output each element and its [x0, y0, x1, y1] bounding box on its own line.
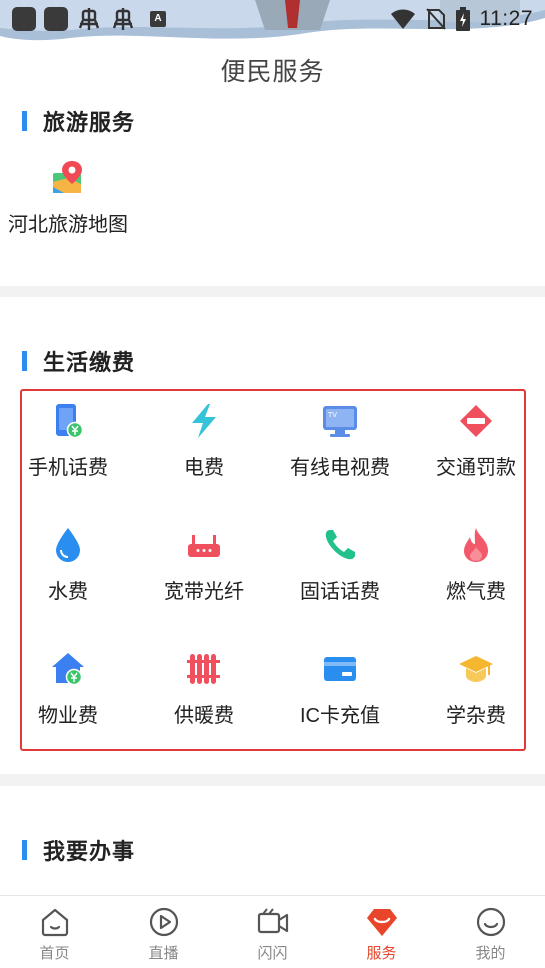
radiator-icon: [187, 654, 220, 684]
bill-item-landline[interactable]: 固话话费: [272, 527, 408, 604]
header: A 11:27 便民服务: [0, 0, 545, 100]
no-sim-icon: [425, 8, 446, 30]
section-accent-bar: [22, 111, 27, 131]
home-icon: [41, 908, 68, 937]
section-accent-bar: [22, 351, 27, 371]
smile-face-icon: [476, 907, 505, 937]
status-bar: A 11:27: [0, 0, 545, 38]
item-label: 宽带光纤: [164, 581, 244, 603]
tab-label: 我的: [475, 945, 506, 962]
item-label: 供暖费: [174, 705, 234, 727]
item-label: 电费: [184, 457, 224, 479]
bill-item-traffic-fine[interactable]: 交通罚款: [408, 403, 544, 480]
bill-item-tuition[interactable]: 学杂费: [408, 651, 544, 728]
graduation-cap-icon: [459, 656, 493, 682]
notification-app-icon: [44, 7, 68, 31]
tab-label: 服务: [366, 945, 397, 962]
section-header: 我要办事: [22, 834, 135, 866]
section-title: 旅游服务: [43, 110, 136, 135]
item-label: 固话话费: [300, 581, 380, 603]
bill-item-ic-card[interactable]: IC卡充值: [272, 651, 408, 728]
keyboard-indicator-icon: A: [150, 11, 166, 27]
wifi-icon: [390, 9, 415, 29]
tv-icon: TV: [323, 406, 357, 437]
video-camera-icon: [257, 908, 288, 934]
bill-item-property[interactable]: 物业费: [0, 651, 136, 728]
section-accent-bar: [22, 840, 27, 860]
svg-text:TV: TV: [327, 411, 337, 419]
service-diamond-icon: [366, 909, 397, 936]
tab-label: 直播: [148, 945, 179, 962]
bill-item-heating[interactable]: 供暖费: [136, 651, 272, 728]
tab-service[interactable]: 服务: [327, 896, 436, 968]
tab-mine[interactable]: 我的: [436, 896, 545, 968]
item-label: 学杂费: [446, 705, 506, 727]
status-time: 11:27: [479, 7, 533, 30]
item-label: 水费: [48, 581, 88, 603]
bill-item-mobile[interactable]: 手机话费: [0, 403, 136, 480]
tab-label: 闪闪: [257, 945, 288, 962]
item-label: 燃气费: [446, 581, 506, 603]
section-title: 我要办事: [43, 839, 136, 864]
router-icon: [188, 535, 220, 557]
tab-live[interactable]: 直播: [109, 896, 218, 968]
tab-home[interactable]: 首页: [0, 896, 109, 968]
section-title: 生活缴费: [43, 350, 136, 375]
telephone-icon: [325, 530, 355, 560]
house-icon: [52, 653, 84, 686]
bottom-tab-bar: 首页 直播 闪闪 服务 我的: [0, 895, 545, 968]
item-label: IC卡充值: [300, 705, 380, 727]
bill-item-water[interactable]: 水费: [0, 527, 136, 604]
map-pin-icon: [53, 161, 82, 193]
item-label: 手机话费: [28, 457, 108, 479]
bill-item-electricity[interactable]: 电费: [136, 403, 272, 480]
card-icon: [324, 657, 356, 681]
bill-item-gas[interactable]: 燃气费: [408, 527, 544, 604]
mobile-phone-icon: [56, 404, 84, 439]
tourism-section: 旅游服务 河北旅游地图: [0, 100, 545, 286]
section-header: 旅游服务: [22, 105, 135, 137]
notification-app-icon: [12, 7, 36, 31]
bug-icon: [78, 8, 100, 30]
services-section: 我要办事: [0, 786, 545, 895]
battery-icon: [455, 7, 470, 31]
item-label: 物业费: [38, 705, 98, 727]
tab-label: 首页: [39, 945, 70, 962]
tab-flash[interactable]: 闪闪: [218, 896, 327, 968]
flame-icon: [464, 528, 488, 562]
item-label: 有线电视费: [290, 457, 390, 479]
bill-item-cable-tv[interactable]: TV 有线电视费: [272, 403, 408, 480]
page-title: 便民服务: [220, 58, 325, 86]
water-drop-icon: [56, 528, 80, 562]
item-label: 交通罚款: [436, 457, 516, 479]
section-header: 生活缴费: [22, 345, 135, 377]
tourism-map-item[interactable]: 河北旅游地图: [0, 160, 136, 237]
item-label: 河北旅游地图: [8, 214, 128, 236]
bug-icon: [112, 8, 134, 30]
play-icon: [149, 907, 178, 937]
lightning-icon: [192, 404, 216, 438]
bill-item-broadband[interactable]: 宽带光纤: [136, 527, 272, 604]
traffic-sign-icon: [460, 405, 492, 437]
